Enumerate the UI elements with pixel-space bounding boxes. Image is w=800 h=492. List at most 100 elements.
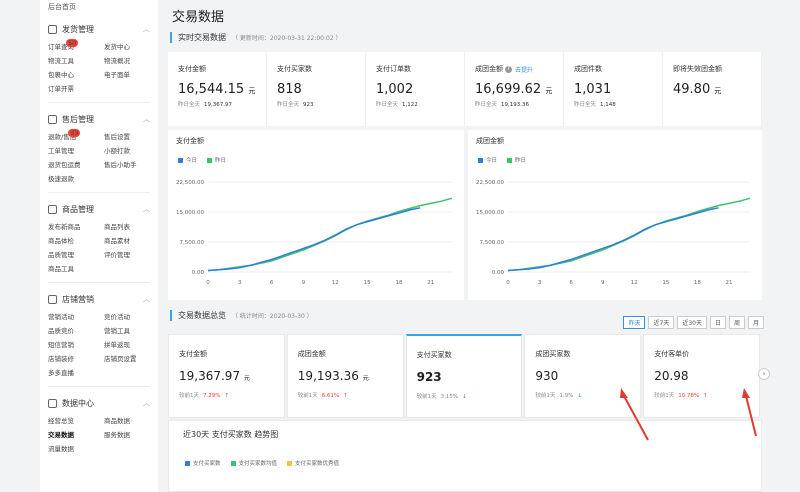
overview-cards: 支付金额 19,367.97 元较前1天 7.29% ↑ 成团金额 19,193.36 元… [168, 334, 762, 418]
sidebar-item[interactable]: 商品列表 [104, 221, 160, 231]
sidebar-item[interactable]: 退货包运费 [48, 159, 104, 169]
sidebar-section-header[interactable]: 数据中心 ︿ [40, 394, 158, 413]
range-button[interactable]: 昨天 [623, 316, 646, 329]
sidebar-item[interactable]: 店铺装修 [48, 353, 104, 363]
card-label: 支付客单价 [654, 350, 690, 358]
sidebar-item[interactable]: 营销活动 [48, 311, 104, 321]
chevron-up-icon[interactable]: ︿ [143, 398, 150, 408]
metric-card[interactable]: 成团金额? 去提升 16,699.62 元昨日全天 19,193.36 [465, 52, 564, 126]
sidebar-item[interactable]: 竞价活动 [104, 311, 160, 321]
next-arrow-icon[interactable]: › [758, 368, 770, 380]
card-label: 支付买家数 [416, 351, 452, 359]
sidebar-item[interactable]: 商品工具 [48, 263, 104, 273]
overview-card[interactable]: 成团金额 19,193.36 元较前1天 6.61% ↑ [286, 334, 404, 418]
card-label: 支付金额 [179, 350, 207, 358]
chevron-up-icon[interactable]: ︿ [143, 204, 150, 214]
overview-card[interactable]: 成团买家数 930 较前1天 1.9% ↓ [524, 334, 642, 418]
chevron-up-icon[interactable]: ︿ [143, 294, 150, 304]
overview-card[interactable]: 支付买家数 923 较前1天 3.15% ↓ [405, 334, 523, 418]
sidebar-item[interactable]: 发货中心 [104, 41, 160, 51]
range-button[interactable]: 近30天 [677, 316, 707, 329]
sidebar-item[interactable]: 售后设置 [104, 131, 160, 141]
range-button[interactable]: 日 [709, 316, 726, 329]
metric-card[interactable]: 支付金额 16,544.15 元昨日全天 19,367.97 [168, 52, 267, 126]
section-icon [48, 295, 57, 304]
overview-card[interactable]: 支付客单价 20.98 较前1天 10.78% ↑ [643, 334, 760, 418]
range-button[interactable]: 近7天 [648, 316, 675, 329]
sidebar-item[interactable]: 订单开票 [48, 83, 104, 93]
sidebar-section-header[interactable]: 商品管理 ︿ [40, 200, 158, 219]
metric-value: 16,699.62 元 [475, 82, 553, 97]
legend-buyers[interactable]: 支付买家数 [185, 459, 221, 467]
x-tick-label: 6 [569, 280, 573, 286]
card-compare: 较前1天 6.61% ↑ [297, 393, 348, 399]
improve-link[interactable]: 去提升 [515, 65, 533, 74]
sidebar-item[interactable]: 商品体检 [48, 235, 104, 245]
sidebar-item[interactable]: 小额打款 [104, 145, 160, 155]
sidebar-item[interactable]: 短信营销 [48, 339, 104, 349]
sidebar-item[interactable]: 服务数据 [104, 429, 160, 439]
sidebar-item[interactable]: 商品数据 [104, 415, 160, 425]
x-tick-label: 12 [332, 280, 339, 286]
overview-card[interactable]: 支付金额 19,367.97 元较前1天 7.29% ↑ [168, 334, 285, 418]
arrow-down-icon: ↓ [577, 393, 582, 399]
legend-buyers-excellent[interactable]: 支付买家数优秀值 [287, 459, 339, 467]
legend-buyers-avg[interactable]: 支付买家数均值 [230, 459, 277, 467]
sidebar-section: 店铺营销 ︿ 营销活动 竞价活动 品质竞价 营销工具 短信营销 拼单返现 店铺装修 店铺页设置 多多… [40, 286, 158, 383]
y-tick-label: 15,000.00 [476, 210, 504, 216]
sidebar-item[interactable]: 经营总览 [48, 415, 104, 425]
sidebar-section: 发货管理 ︿ 订单查询50 发货中心 物流工具 物流概况 包裹中心 电子面单 订单开票 [40, 16, 158, 99]
sidebar-item[interactable]: 流量数据 [48, 443, 104, 453]
stat-date: （ 统计时间：2020-03-30 ） [232, 313, 313, 320]
sidebar-item[interactable]: 订单查询50 [48, 39, 104, 51]
chevron-up-icon[interactable]: ︿ [143, 114, 150, 124]
sidebar-section-header[interactable]: 店铺营销 ︿ [40, 290, 158, 309]
metric-card[interactable]: 成团件数 1,031 昨日全天 1,148 [564, 52, 663, 126]
y-tick-label: 7,500.00 [180, 240, 205, 246]
sidebar-item[interactable]: 包裹中心 [48, 69, 104, 79]
metric-label: 成团件数 [574, 65, 602, 73]
sidebar-item[interactable]: 工单管理 [48, 145, 104, 155]
section-icon [48, 25, 57, 34]
metric-value: 818 [277, 82, 302, 97]
sidebar-item[interactable]: 品质管理 [48, 249, 104, 259]
range-button[interactable]: 周 [728, 316, 745, 329]
metric-card[interactable]: 支付订单数 1,002 昨日全天 1,122 [366, 52, 465, 126]
sidebar-item[interactable]: 物流概况 [104, 55, 160, 65]
range-button[interactable]: 月 [747, 316, 764, 329]
metric-label: 支付订单数 [376, 65, 411, 73]
metric-card[interactable]: 即将失效团金额 49.80 元 [663, 52, 762, 126]
card-label: 成团金额 [297, 350, 326, 358]
card-value: 923 [416, 370, 442, 384]
chevron-up-icon[interactable]: ︿ [143, 24, 150, 34]
sidebar-item[interactable]: 拼单返现 [104, 339, 160, 349]
sidebar-home-link[interactable]: 后台首页 [40, 0, 158, 16]
sidebar-item[interactable]: 商品素材 [104, 235, 160, 245]
section-icon [48, 115, 57, 124]
sidebar-item[interactable]: 营销工具 [104, 325, 160, 335]
sidebar-item[interactable]: 物流工具 [48, 55, 104, 65]
sidebar-item[interactable]: 交易数据 [48, 429, 104, 439]
metric-label: 成团金额? 去提升 [475, 65, 534, 74]
sidebar-item[interactable]: 极速退款 [48, 173, 104, 183]
x-tick-label: 21 [725, 280, 732, 286]
sidebar-item[interactable]: 售后小助手 [104, 159, 160, 169]
x-tick-label: 9 [302, 280, 306, 286]
metric-value: 1,031 [574, 82, 612, 97]
x-tick-label: 18 [694, 280, 701, 286]
help-icon[interactable]: ? [505, 65, 512, 73]
sidebar-item[interactable]: 退款/售后33 [48, 129, 104, 141]
x-tick-label: 15 [662, 280, 669, 286]
metric-card[interactable]: 支付买家数 818 昨日全天 923 [267, 52, 366, 126]
sidebar-section-header[interactable]: 售后管理 ︿ [40, 110, 158, 129]
sidebar-item[interactable]: 评价管理 [104, 249, 160, 259]
sidebar-item[interactable]: 店铺页设置 [104, 353, 160, 363]
sidebar-item[interactable]: 发布新商品 [48, 221, 104, 231]
sidebar-item[interactable]: 品质竞价 [48, 325, 104, 335]
section-icon [48, 399, 57, 408]
sidebar-item[interactable]: 电子面单 [104, 69, 160, 79]
x-tick-label: 12 [631, 280, 638, 286]
metric-yesterday: 昨日全天 19,367.97 [178, 102, 233, 108]
sidebar-item[interactable]: 多多直播 [48, 367, 104, 377]
sidebar-section-header[interactable]: 发货管理 ︿ [40, 20, 158, 39]
